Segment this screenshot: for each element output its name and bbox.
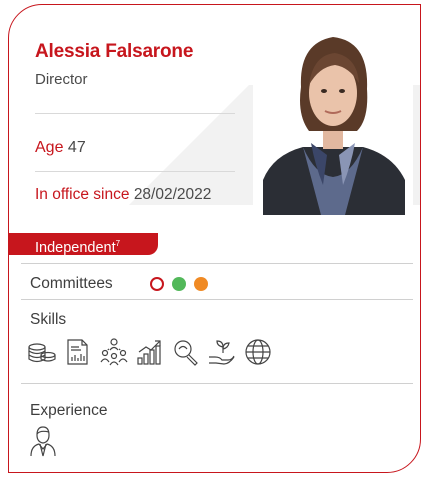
independent-label: Independent [35, 240, 116, 256]
office-label: In office since [35, 186, 130, 203]
committee-dot-green-icon [172, 277, 186, 291]
team-network-icon [100, 338, 128, 366]
age-value: 47 [67, 139, 86, 156]
report-chart-icon [67, 339, 88, 365]
director-card: Alessia Falsarone Director Age 47 In off… [8, 4, 421, 473]
divider [35, 113, 235, 114]
committee-dot-red-outline-icon [150, 277, 164, 291]
committee-dot-orange-icon [194, 277, 208, 291]
office-value: 28/02/2022 [133, 186, 212, 203]
divider [21, 299, 413, 300]
skills-label: Skills [30, 311, 67, 328]
independent-footnote: 7 [115, 239, 121, 248]
hand-plant-icon [209, 340, 235, 365]
experience-label: Experience [30, 402, 108, 419]
divider [21, 383, 413, 384]
globe-icon [245, 339, 271, 365]
independent-badge: Independent7 [9, 233, 158, 256]
growth-chart-icon [137, 340, 161, 365]
magnifier-icon [174, 340, 198, 366]
director-role: Director [35, 71, 88, 88]
office-field: In office since 28/02/2022 [35, 186, 211, 204]
director-photo [253, 15, 413, 215]
age-field: Age 47 [35, 139, 86, 157]
committees-label: Committees [30, 275, 113, 292]
divider [21, 263, 413, 264]
coins-stack-icon [28, 343, 56, 363]
person-icon [30, 426, 56, 457]
age-label: Age [35, 139, 64, 156]
director-name: Alessia Falsarone [35, 41, 194, 62]
divider [35, 171, 235, 172]
